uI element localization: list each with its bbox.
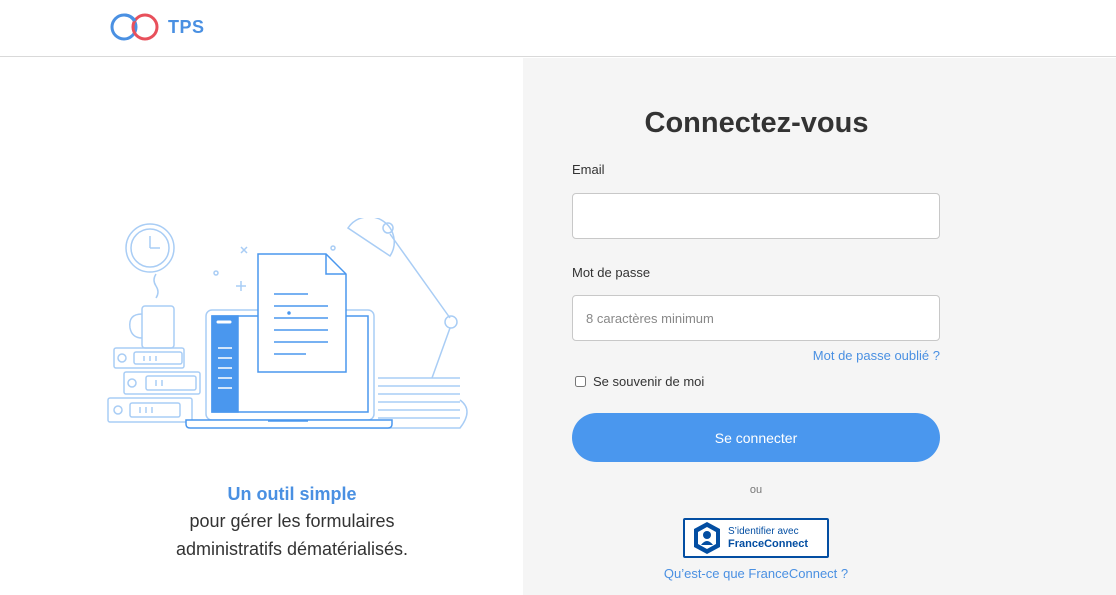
tagline-highlight: Un outil simple: [227, 484, 357, 504]
remember-me-checkbox[interactable]: [575, 376, 586, 387]
remember-me-label: Se souvenir de moi: [593, 374, 705, 389]
franceconnect-line-2: FranceConnect: [728, 537, 809, 550]
login-button[interactable]: Se connecter: [572, 413, 940, 462]
tagline-line-2: pour gérer les formulaires: [189, 511, 395, 531]
password-field[interactable]: [572, 295, 940, 341]
tps-logo-icon: [110, 13, 159, 41]
login-panel: Connectez-vous Email Mot de passe Mot de…: [523, 58, 1116, 595]
tagline: Un outil simple pour gérer les formulair…: [0, 481, 584, 563]
login-title: Connectez-vous: [644, 107, 869, 139]
franceconnect-line-1: S’identifier avec: [728, 525, 799, 537]
laptop-documents-illustration: [107, 218, 468, 429]
or-separator: ou: [749, 484, 763, 496]
remember-me[interactable]: Se souvenir de moi: [575, 374, 704, 389]
email-label: Email: [572, 162, 605, 177]
forgot-password-link[interactable]: Mot de passe oublié ?: [813, 348, 940, 363]
tps-logo[interactable]: TPS: [108, 10, 205, 44]
password-label: Mot de passe: [572, 265, 651, 280]
tagline-line-3: administratifs dématérialisés.: [175, 539, 409, 559]
franceconnect-icon: [694, 522, 720, 554]
franceconnect-help-link[interactable]: Qu’est-ce que FranceConnect ?: [572, 566, 940, 581]
franceconnect-button[interactable]: S’identifier avec FranceConnect: [683, 518, 829, 558]
presentation-panel: Un outil simple pour gérer les formulair…: [0, 58, 523, 595]
brand-name: TPS: [168, 16, 205, 37]
top-header: TPS: [0, 0, 1116, 57]
email-field[interactable]: [572, 193, 940, 239]
